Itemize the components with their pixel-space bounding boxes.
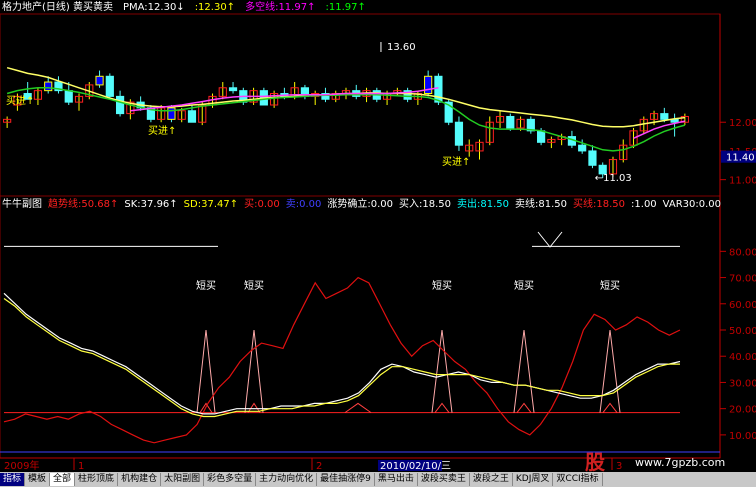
candle-body: [44, 81, 53, 92]
sub-hdr-item: 趋势线:50.68↑: [48, 199, 119, 210]
candle-body: [167, 107, 176, 120]
watermark-logo: 股: [585, 450, 605, 474]
main-hdr-item: 多空线:11.97↑: [245, 2, 316, 13]
time-mark-label: 1: [78, 461, 84, 472]
tab-6[interactable]: 彩色多空量: [204, 473, 257, 486]
sub-header: 牛牛副图 趋势线:50.68↑ SK:37.96↑ SD:37.47↑ 买:0.00 卖:…: [2, 199, 727, 211]
sub-tick-label: 70.00: [729, 274, 756, 285]
sub-tick-label: 40.00: [729, 352, 756, 363]
sub-hdr-item: 卖:0.00: [285, 199, 322, 210]
candle-body: [578, 144, 587, 152]
short-buy-label: 短买: [514, 279, 534, 292]
year-label: 2009年: [4, 459, 39, 472]
buy-signal-label: 买进↑: [6, 95, 34, 107]
sub-tick-label: 20.00: [729, 405, 756, 416]
sub-tick-label: 10.00: [729, 431, 756, 442]
sub-hdr-item: 卖线:81.50: [515, 199, 568, 210]
main-header: 格力地产(日线) 黄买黄卖 PMA:12.30↓ :12.30↑ 多空线:11.97↑…: [2, 2, 376, 14]
tab-5[interactable]: 太阳副图: [161, 473, 205, 486]
sub-hdr-item: SD:37.47↑: [183, 199, 239, 210]
main-tick-label: 12.00: [729, 118, 756, 129]
high-price-label: 13.60: [387, 42, 416, 53]
time-mark-label: 2: [316, 461, 322, 472]
sub-hdr-item: SK:37.96↑: [124, 199, 178, 210]
main-tick-label: 11.00: [729, 176, 756, 187]
tab-0[interactable]: 指标: [0, 473, 26, 486]
candle-body: [228, 87, 238, 92]
tab-4[interactable]: 机构建仓: [118, 473, 162, 486]
cursor-date: 2010/02/10/三: [380, 461, 451, 472]
tab-3[interactable]: 柱形顶底: [75, 473, 119, 486]
buy-signal-label: 买进↑: [442, 156, 470, 168]
sub-hdr-item: 买入:18.50: [399, 199, 452, 210]
tab-7[interactable]: 主力动向优化: [256, 473, 318, 486]
sub-tick-label: 60.00: [729, 300, 756, 311]
candle-body: [424, 75, 433, 95]
candle-body: [660, 113, 669, 120]
sub-hdr-item: VAR30:0.00: [662, 199, 722, 210]
short-buy-label: 短买: [244, 279, 264, 292]
watermark: 股 www.7gpzb.com: [585, 446, 755, 474]
candle-body: [537, 130, 546, 143]
candle-body: [64, 90, 73, 103]
tab-12[interactable]: KDJ周叉: [513, 473, 554, 486]
sub-hdr-item: 牛牛副图: [2, 199, 42, 210]
sub-tick-label: 50.00: [729, 326, 756, 337]
candle-body: [506, 115, 515, 129]
candle-body: [454, 121, 464, 146]
low-price-label: ←11.03: [595, 173, 632, 184]
candle-body: [105, 75, 114, 97]
candle-body: [588, 150, 597, 166]
buy-signal-label: 买进↑: [148, 125, 176, 137]
sub-hdr-item: :1.00: [631, 199, 657, 210]
sub-hdr-item: 买线:18.50: [573, 199, 626, 210]
short-buy-label: 短买: [600, 279, 620, 292]
sub-hdr-item: 卖出:81.50: [457, 199, 510, 210]
candle-body: [187, 110, 197, 123]
main-hdr-item: PMA:12.30↓: [122, 2, 185, 13]
tab-11[interactable]: 波段之王: [470, 473, 513, 486]
tab-2[interactable]: 全部: [50, 473, 76, 486]
short-buy-label: 短买: [432, 279, 452, 292]
tab-1[interactable]: 模板: [25, 473, 51, 486]
watermark-url: www.7gpzb.com: [635, 456, 726, 469]
sub-hdr-item: 涨势确立:0.00: [327, 199, 394, 210]
current-price-label: 11.40: [726, 153, 755, 164]
main-hdr-item: :11.97↑: [325, 2, 366, 13]
main-hdr-item: :12.30↑: [194, 2, 236, 13]
tab-10[interactable]: 波段买卖王: [418, 473, 470, 486]
short-buy-label: 短买: [196, 279, 216, 292]
tab-9[interactable]: 黑马出击: [375, 473, 418, 486]
candle-body: [115, 95, 125, 115]
indicator-tab-bar: 指标 模板 全部 柱形顶底 机构建仓 太阳副图 彩色多空量 主力动向优化 最佳抽涨停9 黑马出击波…: [0, 472, 756, 487]
sub-hdr-item: 买:0.00: [244, 199, 280, 210]
candle-body: [95, 75, 104, 86]
tab-8[interactable]: 最佳抽涨停9: [317, 473, 375, 486]
chart-stage: 13.60 ←11.03 买进↑ 买进↑ 买进↑ 短买 短买 短买 短买 短买 12.00 11.…: [0, 0, 756, 487]
sub-tick-label: 80.00: [729, 247, 756, 258]
sub-tick-label: 30.00: [729, 378, 756, 389]
main-hdr-item: 格力地产(日线) 黄买黄卖: [2, 2, 113, 13]
